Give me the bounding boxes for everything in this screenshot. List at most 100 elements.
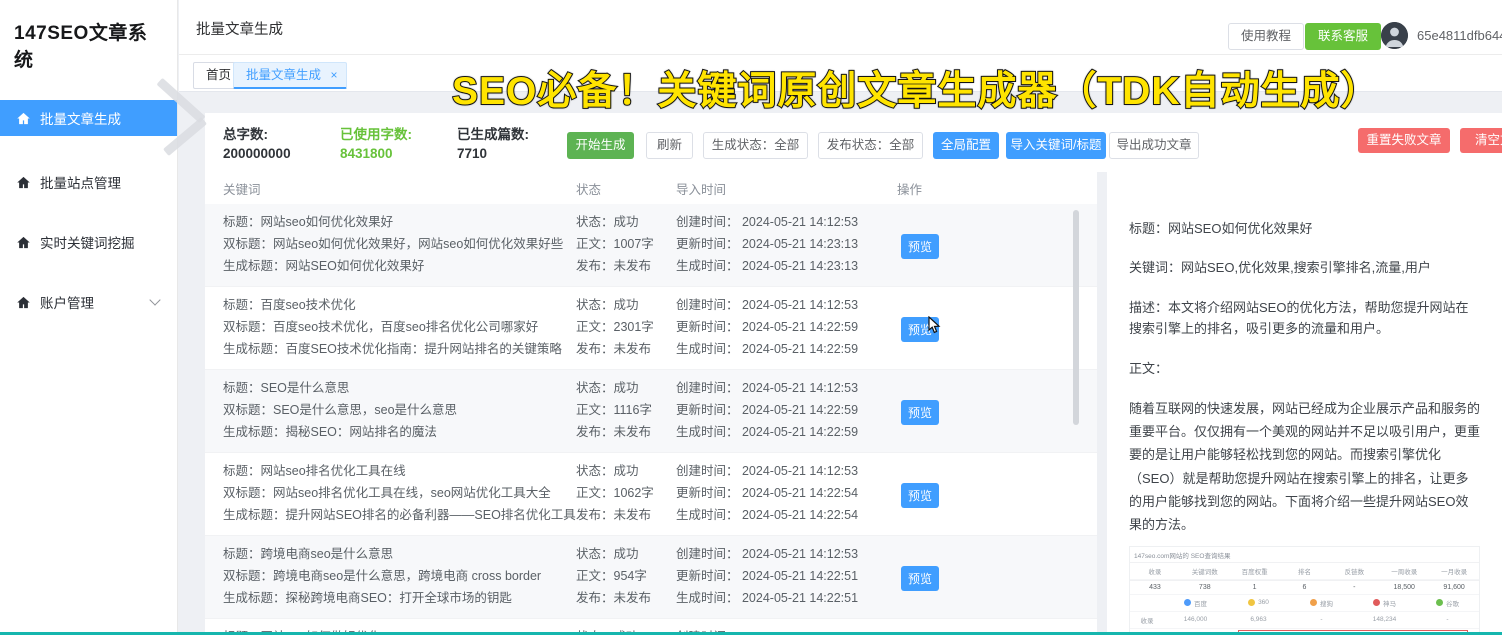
- row-created: 创建时间： 2024-05-21 14:12:53: [676, 298, 859, 312]
- row-created: 创建时间： 2024-05-21 14:12:53: [676, 547, 859, 561]
- mini-value: 6: [1279, 581, 1330, 595]
- sidebar-item-keyword-mining[interactable]: 实时关键词挖掘: [0, 224, 177, 260]
- import-keywords-button[interactable]: 导入关键词/标题: [1006, 132, 1106, 159]
- table-row: 标题：网站seo如何优化效果好 双标题：网站seo如何优化效果好，网站seo如何…: [205, 204, 1097, 287]
- stat-value: 7710: [457, 146, 488, 161]
- close-icon[interactable]: ×: [331, 68, 338, 82]
- preview-button[interactable]: 预览: [901, 482, 939, 508]
- row-created: 创建时间： 2024-05-21 14:12:53: [676, 381, 859, 395]
- refresh-button[interactable]: 刷新: [646, 132, 693, 159]
- mini-header: 一月收录: [1429, 563, 1479, 580]
- clear-articles-button[interactable]: 清空文章: [1460, 128, 1502, 153]
- row-double-title: 双标题：百度seo技术优化，百度seo排名优化公司哪家好: [223, 320, 539, 334]
- sidebar-item-batch-article[interactable]: 批量文章生成: [0, 100, 177, 136]
- engine-corner: [1130, 595, 1164, 612]
- sidebar-item-label: 批量文章生成: [40, 112, 121, 127]
- table-row: 标题：百度seo技术优化 双标题：百度seo技术优化，百度seo排名优化公司哪家…: [205, 287, 1097, 370]
- sidebar-item-label: 账户管理: [40, 296, 94, 311]
- row-updated: 更新时间： 2024-05-21 14:22:59: [676, 403, 859, 417]
- sogou-icon: [1310, 599, 1317, 607]
- mini-value: 18,500: [1379, 581, 1430, 595]
- table-row: 标题：跨境电商seo是什么意思 双标题：跨境电商seo是什么意思，跨境电商 cr…: [205, 536, 1097, 619]
- export-success-button[interactable]: 导出成功文章: [1109, 132, 1199, 159]
- row-title: 标题：SEO是什么意思: [223, 381, 350, 395]
- global-config-button[interactable]: 全局配置: [933, 132, 999, 159]
- seo-summary-header: 收录 关键词数 百度权重 排名 反链数 一周收录 一月收录: [1130, 561, 1479, 580]
- seo-summary-values: 433 738 1 6 - 18,500 91,600: [1130, 579, 1479, 595]
- home-icon: [16, 175, 31, 190]
- row-title: 标题：跨境电商seo是什么意思: [223, 547, 394, 561]
- avatar[interactable]: [1381, 22, 1408, 49]
- row-words: 正文：954字: [576, 569, 647, 583]
- col-status: 状态: [576, 182, 602, 197]
- baidu-icon: [1184, 599, 1191, 607]
- sidebar-menu: 批量文章生成 批量站点管理 实时关键词挖掘 账户管理: [0, 100, 177, 320]
- row-title: 标题：网站seo如何优化效果好: [223, 215, 394, 229]
- 360-icon: [1248, 599, 1256, 607]
- home-icon: [16, 111, 31, 126]
- preview-description: 描述：本文将介绍网站SEO的优化方法，帮助您提升网站在搜索引擎上的排名，吸引更多…: [1129, 299, 1469, 337]
- row-gen-time: 生成时间： 2024-05-21 14:22:59: [676, 342, 859, 356]
- row-gen-time: 生成时间： 2024-05-21 14:22:59: [676, 425, 859, 439]
- row-publish: 发布：未发布: [576, 259, 652, 273]
- mini-header: 收录: [1130, 563, 1180, 580]
- row-words: 正文：1116字: [576, 403, 652, 417]
- sidebar-item-account[interactable]: 账户管理: [0, 284, 177, 320]
- row-status: 状态：成功: [576, 298, 639, 312]
- vertical-scrollbar[interactable]: [1073, 210, 1079, 425]
- engine-baidu: 百度: [1164, 595, 1227, 612]
- mini-header: 关键词数: [1179, 563, 1230, 580]
- preview-button[interactable]: 预览: [901, 399, 939, 425]
- row-status: 状态：成功: [576, 215, 639, 229]
- preview-body-label: 正文：: [1129, 360, 1169, 376]
- user-id: 65e4811dfb644f6: [1417, 28, 1502, 43]
- stat-label: 总字数:: [223, 127, 268, 142]
- mini-header: 反链数: [1329, 563, 1380, 580]
- tutorial-button[interactable]: 使用教程: [1228, 23, 1305, 50]
- home-icon: [16, 235, 31, 250]
- mini-value: 1: [1229, 581, 1280, 595]
- row-double-title: 双标题：跨境电商seo是什么意思，跨境电商 cross border: [223, 569, 542, 583]
- sidebar-item-label: 批量站点管理: [40, 176, 121, 191]
- row-generated-title: 生成标题：探秘跨境电商SEO：打开全球市场的钥匙: [223, 591, 512, 605]
- sidebar-item-batch-site[interactable]: 批量站点管理: [0, 164, 177, 200]
- row-gen-time: 生成时间： 2024-05-21 14:22:51: [676, 591, 859, 605]
- reset-failed-button[interactable]: 重置失败文章: [1358, 128, 1450, 153]
- preview-button[interactable]: 预览: [901, 233, 939, 259]
- home-icon: [16, 295, 31, 310]
- google-icon: [1436, 599, 1443, 607]
- breadcrumb: 批量文章生成: [196, 22, 283, 38]
- contact-support-button[interactable]: 联系客服: [1305, 23, 1382, 50]
- row-created: 创建时间： 2024-05-21 14:12:53: [676, 215, 859, 229]
- table-header: 关键词 状态 导入时间 操作: [205, 172, 1097, 204]
- table-row: 标题：网站seo排名优化工具在线 双标题：网站seo排名优化工具在线，seo网站…: [205, 453, 1097, 536]
- preview-body: 随着互联网的快速发展，网站已经成为企业展示产品和服务的重要平台。仅仅拥有一个美观…: [1129, 401, 1481, 532]
- stat-label: 已生成篇数:: [457, 127, 529, 142]
- tab-batch-article[interactable]: 批量文章生成 ×: [233, 62, 347, 89]
- row-publish: 发布：未发布: [576, 425, 652, 439]
- mini-value: 91,600: [1429, 581, 1479, 595]
- chevron-down-icon: [149, 294, 161, 306]
- preview-button[interactable]: 预览: [901, 565, 939, 591]
- engine-shenma: 神马: [1353, 595, 1416, 612]
- seo-result-screenshot: 147seo.com网站的 SEO查询结果 收录 关键词数 百度权重 排名 反链…: [1129, 545, 1480, 632]
- metric-value: 148,234: [1353, 612, 1416, 629]
- metric-value: 6,963: [1227, 612, 1290, 629]
- row-updated: 更新时间： 2024-05-21 14:23:13: [676, 237, 859, 251]
- metric-value: -: [1290, 612, 1353, 629]
- engine-header-row: 百度 360 搜狗 神马 谷歌: [1130, 595, 1479, 612]
- publish-status-filter[interactable]: 发布状态：全部: [818, 132, 923, 159]
- row-generated-title: 生成标题：揭秘SEO：网站排名的魔法: [223, 425, 437, 439]
- engine-google: 谷歌: [1416, 595, 1479, 612]
- toolbar-band: 总字数: 200000000 已使用字数: 8431800 已生成篇数: 771…: [205, 113, 1502, 172]
- promo-title: SEO必备！关键词原创文章生成器（TDK自动生成）: [451, 69, 1381, 114]
- row-double-title: 双标题：网站seo如何优化效果好，网站seo如何优化效果好些: [223, 237, 564, 251]
- start-generate-button[interactable]: 开始生成: [567, 132, 634, 159]
- row-status: 状态：成功: [576, 547, 639, 561]
- generate-status-filter[interactable]: 生成状态：全部: [703, 132, 808, 159]
- row-generated-title: 生成标题：提升网站SEO排名的必备利器——SEO排名优化工具在线: [223, 508, 576, 522]
- embed-caption: 147seo.com网站的 SEO查询结果: [1134, 552, 1231, 560]
- stat-value: 200000000: [223, 146, 291, 161]
- stat-total-words: 总字数: 200000000: [223, 125, 291, 163]
- app-logo: 147SEO文章系统: [14, 23, 148, 71]
